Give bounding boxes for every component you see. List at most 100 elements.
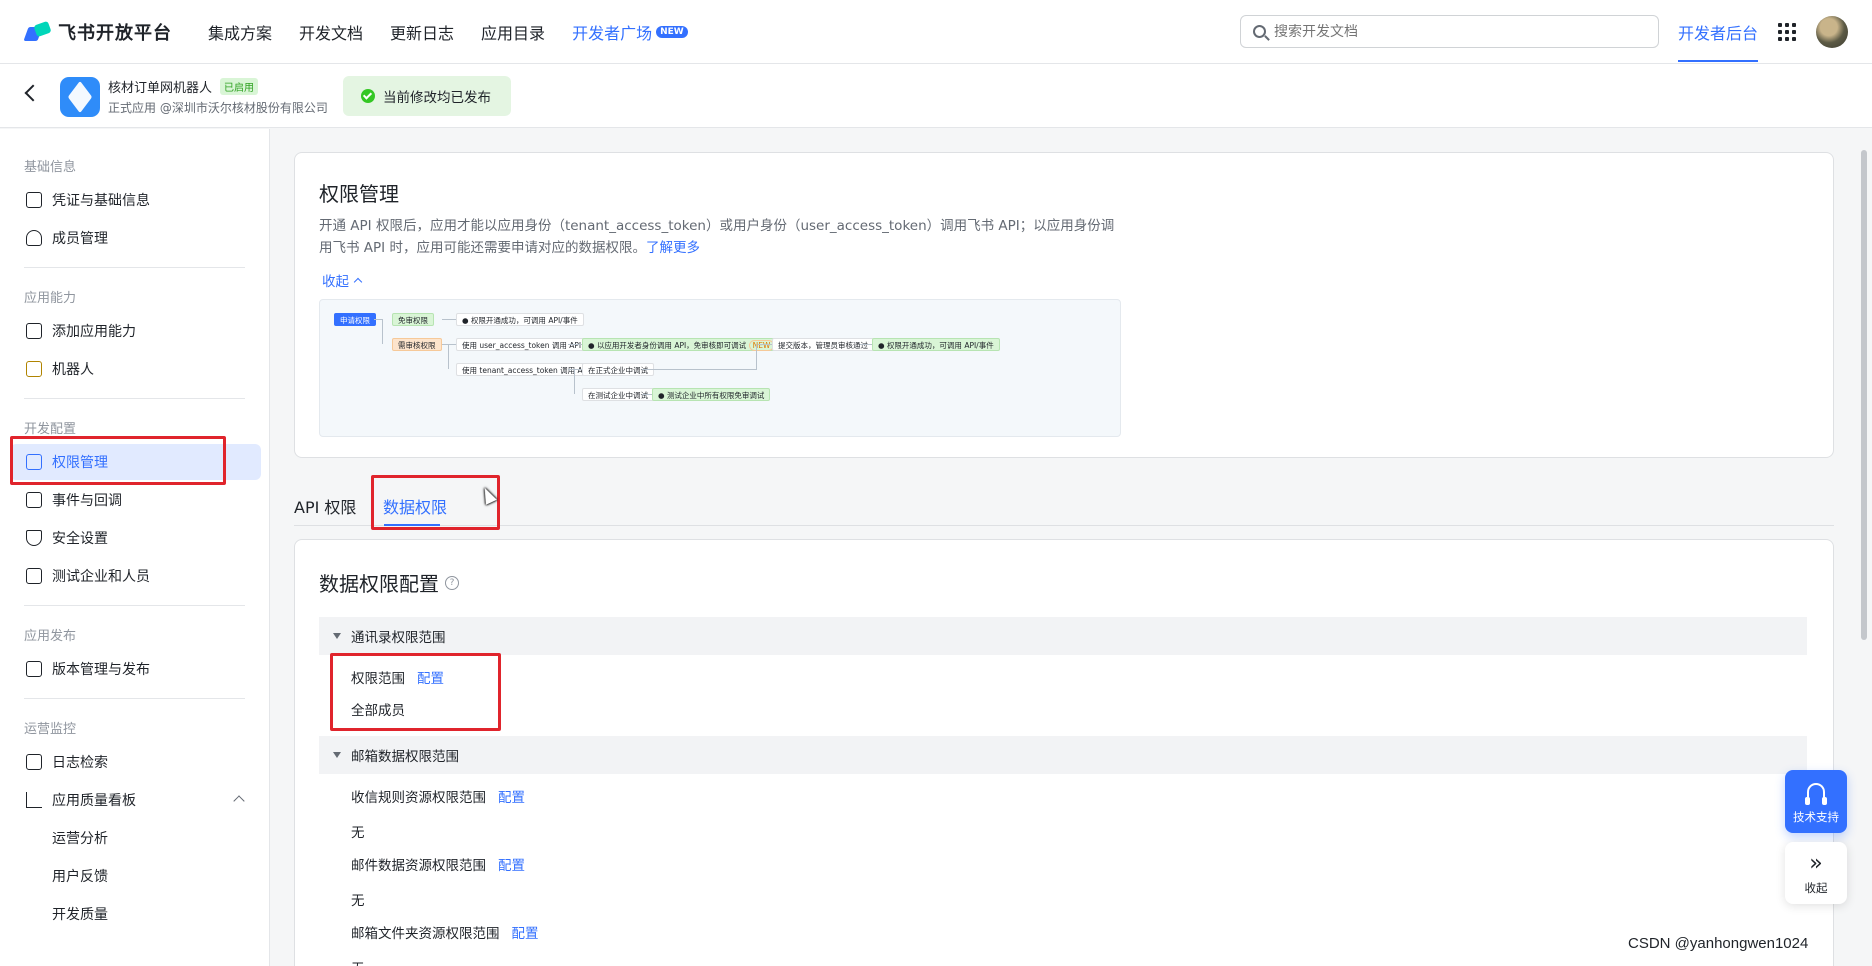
sidebar-item-label: 凭证与基础信息	[52, 193, 150, 209]
nav-solutions[interactable]: 集成方案	[208, 20, 272, 44]
divider	[24, 698, 245, 699]
flow-success-1: ● 权限开通成功，可调用 API/事件	[456, 313, 584, 326]
sidebar-item-label: 测试企业和人员	[52, 569, 150, 585]
top-nav: 飞书开放平台 集成方案 开发文档 更新日志 应用目录 开发者广场NEW 开发者后…	[0, 0, 1872, 64]
data-permission-card: 数据权限配置? 通讯录权限范围 权限范围 配置 全部成员 邮箱数据权限范围 收信规…	[294, 539, 1834, 966]
flow-apply: 申请权限	[334, 313, 376, 326]
publish-status: 当前修改均已发布	[343, 76, 511, 116]
scroll-thumb[interactable]	[1861, 150, 1867, 640]
perm-label: 邮件数据资源权限范围	[351, 858, 486, 874]
page-scrollbar[interactable]	[1857, 130, 1872, 966]
event-plus-icon	[26, 492, 42, 508]
flow-success-2: ● 权限开通成功，可调用 API/事件	[872, 338, 1000, 351]
configure-link[interactable]: 配置	[498, 858, 525, 874]
flow-new-badge: NEW	[748, 340, 775, 351]
perm-row-mail-folder: 邮箱文件夹资源权限范围 配置	[351, 922, 539, 942]
new-badge: NEW	[656, 25, 688, 38]
data-perm-title: 数据权限配置?	[319, 568, 459, 597]
help-icon[interactable]: ?	[445, 575, 459, 590]
check-circle-icon	[361, 89, 375, 103]
permission-flow-diagram: 申请权限 免审权限 ● 权限开通成功，可调用 API/事件 需审核权限 使用 u…	[319, 299, 1121, 437]
double-chevron-right-icon: »	[1809, 851, 1823, 876]
permission-desc-text: 开通 API 权限后，应用才能以应用身份（tenant_access_token…	[319, 218, 1115, 256]
app-name-text: 核材订单网机器人	[108, 81, 213, 96]
app-icon	[60, 77, 100, 117]
group-title: 通讯录权限范围	[351, 630, 446, 646]
flow-no-review: 免审权限	[392, 313, 434, 326]
nav-dev-plaza-label: 开发者广场	[572, 23, 653, 43]
back-arrow-icon[interactable]	[24, 84, 42, 102]
app-name: 核材订单网机器人 已启用	[108, 77, 259, 96]
avatar[interactable]	[1816, 16, 1848, 48]
section-release: 应用发布	[24, 629, 77, 644]
nav-docs[interactable]: 开发文档	[299, 20, 363, 44]
sidebar-item-label: 添加应用能力	[52, 324, 136, 340]
collapse-float-button[interactable]: » 收起	[1785, 842, 1847, 904]
section-app-capability: 应用能力	[24, 291, 77, 306]
group-title: 邮箱数据权限范围	[351, 749, 459, 765]
sidebar-item-security[interactable]: 安全设置	[10, 520, 261, 556]
perm-value: 无	[351, 893, 365, 909]
collapse-toggle[interactable]: 收起	[322, 270, 363, 290]
brand-name: 飞书开放平台	[58, 22, 172, 44]
learn-more-link[interactable]: 了解更多	[646, 240, 700, 256]
nav-app-directory[interactable]: 应用目录	[481, 20, 545, 44]
tech-support-button[interactable]: 技术支持	[1785, 770, 1847, 833]
sidebar-item-dev-quality[interactable]: 开发质量	[10, 896, 261, 932]
sidebar-item-events[interactable]: 事件与回调	[10, 482, 261, 518]
sidebar-item-members[interactable]: 成员管理	[10, 220, 261, 256]
configure-link[interactable]: 配置	[498, 790, 525, 806]
apps-grid-icon[interactable]	[1778, 23, 1796, 41]
search-input[interactable]	[1274, 23, 1634, 40]
search-icon	[1253, 25, 1266, 38]
headset-icon	[1805, 783, 1827, 805]
user-add-icon	[26, 230, 42, 246]
flow-dev-identity-text: 以应用开发者身份调用 API，免审核即可调试	[596, 341, 747, 350]
permission-tabs: API 权限 数据权限	[294, 480, 1834, 526]
flow-test-members-text: 测试企业中所有权限免审调试	[666, 391, 765, 400]
nav-changelog[interactable]: 更新日志	[390, 20, 454, 44]
caret-down-icon	[333, 752, 341, 758]
section-basic-info: 基础信息	[24, 160, 77, 175]
dev-console-link[interactable]: 开发者后台	[1678, 0, 1758, 64]
sidebar-item-add-capability[interactable]: 添加应用能力	[10, 313, 261, 349]
app-subtitle: 正式应用 @深圳市沃尔核材股份有限公司	[108, 101, 328, 115]
sidebar-item-operations[interactable]: 运营分析	[10, 820, 261, 856]
sidebar: 基础信息 凭证与基础信息 成员管理 应用能力 添加应用能力 机器人 开发配置 权…	[0, 129, 270, 966]
sidebar-item-versions[interactable]: 版本管理与发布	[10, 651, 261, 687]
id-card-icon	[26, 192, 42, 208]
brand-logo[interactable]: 飞书开放平台	[23, 19, 190, 45]
perm-value: 无	[351, 825, 365, 841]
highlight-box-tab	[371, 475, 500, 530]
publish-status-text: 当前修改均已发布	[383, 90, 491, 106]
sidebar-item-test-org[interactable]: 测试企业和人员	[10, 558, 261, 594]
divider	[24, 605, 245, 606]
sidebar-item-label: 应用质量看板	[52, 793, 136, 809]
group-contacts[interactable]: 通讯录权限范围	[319, 617, 1807, 655]
page-title: 权限管理	[319, 182, 399, 206]
nav-dev-plaza[interactable]: 开发者广场 NEW	[572, 20, 688, 44]
sidebar-item-label: 事件与回调	[52, 493, 122, 509]
divider	[24, 267, 245, 268]
app-header: 核材订单网机器人 已启用 正式应用 @深圳市沃尔核材股份有限公司 当前修改均已发…	[0, 64, 1872, 128]
sidebar-item-label: 日志检索	[52, 755, 108, 771]
sidebar-item-logs[interactable]: 日志检索	[10, 744, 261, 780]
permission-card: 权限管理 开通 API 权限后，应用才能以应用身份（tenant_access_…	[294, 152, 1834, 458]
flow-success-1-text: 权限开通成功，可调用 API/事件	[470, 316, 578, 325]
sidebar-item-feedback[interactable]: 用户反馈	[10, 858, 261, 894]
tech-support-label: 技术支持	[1793, 810, 1839, 824]
sidebar-item-label: 成员管理	[52, 231, 108, 247]
nav-links: 集成方案 开发文档 更新日志 应用目录 开发者广场 NEW	[208, 20, 715, 44]
sidebar-item-credentials[interactable]: 凭证与基础信息	[10, 182, 261, 218]
configure-link[interactable]: 配置	[512, 926, 539, 942]
grid-plus-icon	[26, 323, 42, 339]
sidebar-item-quality-board[interactable]: 应用质量看板	[10, 782, 261, 818]
data-perm-title-text: 数据权限配置	[319, 572, 439, 596]
tab-api-permissions[interactable]: API 权限	[294, 494, 356, 518]
collapse-float-label: 收起	[1804, 881, 1828, 895]
chevron-up-icon	[353, 277, 363, 287]
section-monitoring: 运营监控	[24, 722, 77, 737]
group-mailbox[interactable]: 邮箱数据权限范围	[319, 736, 1807, 774]
search-box[interactable]	[1240, 15, 1659, 48]
sidebar-item-bot[interactable]: 机器人	[10, 351, 261, 387]
